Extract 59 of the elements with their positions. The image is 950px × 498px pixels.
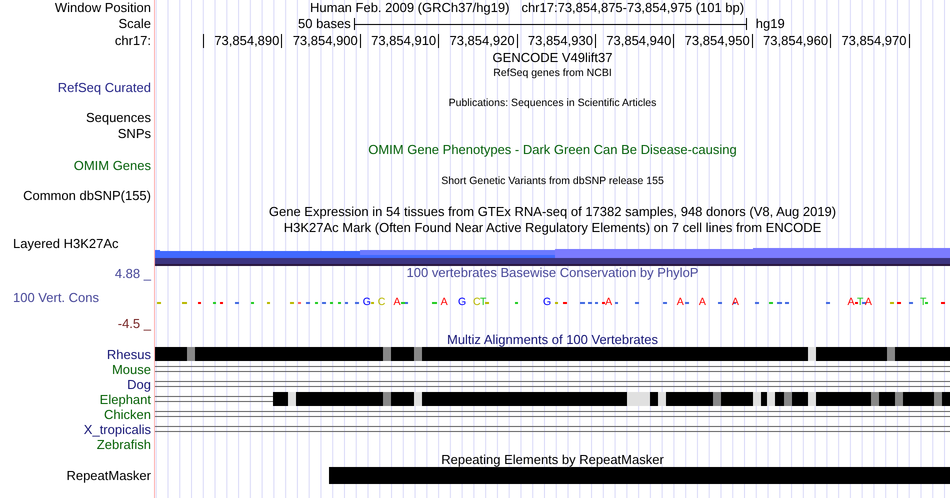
track-label: chr17: [114,33,151,48]
track-title: Gene Expression in 54 tissues from GTEx RNA-seq of 17382 samples, 948 donors (V8, Aug 2019) [268,204,836,219]
track-label[interactable]: Layered H3K27Ac [13,236,119,251]
logo-letter: A [848,296,855,308]
species-label[interactable]: Zebrafish [96,437,151,452]
track-description: RefSeq genes from NCBI [493,67,612,79]
ruler-tick: 73,854,950 [674,34,753,48]
track-label[interactable]: SNPs [118,126,151,141]
track-title: OMIM Gene Phenotypes - Dark Green Can Be Disease-causing [368,142,737,157]
ruler-tick: 73,854,940 [596,34,674,48]
position-text: chr17:73,854,875-73,854,975 (101 bp) [521,0,744,16]
species-label[interactable]: X_tropicalis [84,422,151,437]
track-title: 100 vertebrates Basewise Conservation by PhyloP [406,265,698,280]
logo-letter: T [920,296,926,308]
track-label[interactable]: 100 Vert. Cons [13,290,99,305]
track-title: Multiz Alignments of 100 Vertebrates [446,332,658,347]
ruler-tick: 73,854,930 [518,34,596,48]
species-label[interactable]: Chicken [104,407,151,422]
scale-length: 50 bases [298,16,351,32]
axis-min-label: -4.5 _ [118,316,151,331]
logo-letter: C [472,296,481,308]
ruler-tick: 73,854,960 [752,34,832,48]
track-label[interactable]: RepeatMasker [66,468,151,483]
track-label[interactable]: Common dbSNP(155) [23,188,151,203]
species-label[interactable]: Dog [127,377,151,392]
track-label[interactable]: RefSeq Curated [58,80,151,95]
logo-letter: G [543,296,552,308]
ruler-tick: 73,854,900 [282,34,361,48]
logo-letter: A [393,296,400,308]
species-label[interactable]: Rhesus [106,347,151,362]
logo-letter: C [378,296,386,308]
track-description: Publications: Sequences in Scientific Articles [448,97,656,109]
logo-letter: A [440,296,448,308]
track-label[interactable]: Scale [118,16,151,31]
logo-letter: A [605,296,612,308]
logo-letter: A [676,296,684,308]
track-title: H3K27Ac Mark (Often Found Near Active Regulatory Elements) on 7 cell lines from ENCODE [284,220,822,235]
logo-letter: T [857,296,864,308]
ruler-tick: 73,854,970 [831,34,910,48]
track-label[interactable]: OMIM Genes [74,158,151,173]
track-label[interactable]: Sequences [86,110,151,125]
logo-letter: A [732,296,739,308]
assembly-title: Human Feb. 2009 (GRCh37/hg19) [310,0,510,16]
logo-letter: G [362,296,371,308]
track-label[interactable]: Window Position [54,0,151,15]
ruler-tick: 73,854,920 [439,34,518,48]
logo-letter: A [698,296,706,308]
track-description: Short Genetic Variants from dbSNP release 155 [441,175,664,187]
species-label[interactable]: Elephant [100,392,151,407]
logo-letter: T [480,296,486,308]
track-title: Repeating Elements by RepeatMasker [441,452,664,467]
logo-letter: A [864,296,872,308]
logo-letter: G [458,296,466,308]
ruler-tick: 73,854,910 [360,34,440,48]
ruler-tick: 73,854,890 [204,34,282,48]
track-title: GENCODE V49lift37 [492,50,612,65]
species-label[interactable]: Mouse [112,362,151,377]
assembly-name: hg19 [756,16,785,32]
axis-max-label: 4.88 _ [114,266,151,281]
